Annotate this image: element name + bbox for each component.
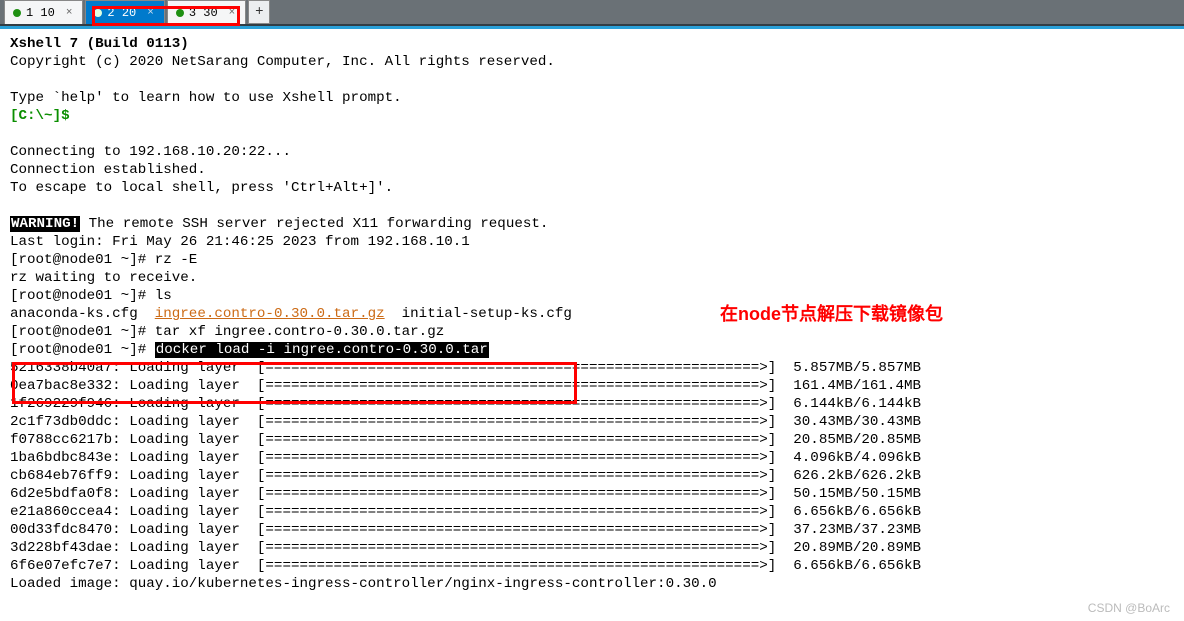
add-tab-button[interactable]: + [248,0,270,24]
tab-bar: 1 10 × 2 20 × 3 30 × + [0,0,1184,26]
status-dot-icon [94,9,102,17]
shell-prompt: [root@node01 ~]# [10,342,155,358]
cmd-ls: ls [155,288,172,304]
docker-layers-block: 5216338b40a7: Loading layer [===========… [10,359,1174,575]
session-tab-3[interactable]: 3 30 × [167,0,246,24]
status-dot-icon [176,9,184,17]
docker-layer-line: 5216338b40a7: Loading layer [===========… [10,359,1174,377]
docker-layer-line: 6f6e07efc7e7: Loading layer [===========… [10,557,1174,575]
docker-layer-line: 0ea7bac8e332: Loading layer [===========… [10,377,1174,395]
cmd-docker-load: docker load -i ingree.contro-0.30.0.tar [155,342,489,358]
last-login-line: Last login: Fri May 26 21:46:25 2023 fro… [10,234,470,250]
session-tab-2[interactable]: 2 20 × [85,0,164,24]
ls-output: anaconda-ks.cfg [10,306,155,322]
terminal-output[interactable]: Xshell 7 (Build 0113) Copyright (c) 2020… [0,29,1184,621]
copyright-line: Copyright (c) 2020 NetSarang Computer, I… [10,54,555,70]
watermark: CSDN @BoArc [1088,601,1170,615]
session-tab-1[interactable]: 1 10 × [4,0,83,24]
warning-label: WARNING! [10,216,80,232]
cmd-tar: tar xf ingree.contro-0.30.0.tar.gz [155,324,444,340]
close-icon[interactable]: × [66,7,73,19]
tab-label: 1 10 [26,6,55,20]
shell-prompt: [root@node01 ~]# [10,324,155,340]
docker-layer-line: 2c1f73db0ddc: Loading layer [===========… [10,413,1174,431]
docker-layer-line: f0788cc6217b: Loading layer [===========… [10,431,1174,449]
escape-line: To escape to local shell, press 'Ctrl+Al… [10,180,393,196]
annotation-text: 在node节点解压下载镜像包 [720,300,943,326]
docker-layer-line: e21a860ccea4: Loading layer [===========… [10,503,1174,521]
tab-label: 2 20 [107,6,136,20]
app-title: Xshell 7 (Build 0113) [10,36,189,52]
docker-layer-line: 1f269229f946: Loading layer [===========… [10,395,1174,413]
shell-prompt: [root@node01 ~]# [10,252,155,268]
close-icon[interactable]: × [147,7,154,19]
docker-layer-line: 00d33fdc8470: Loading layer [===========… [10,521,1174,539]
loaded-image-line: Loaded image: quay.io/kubernetes-ingress… [10,576,717,592]
established-line: Connection established. [10,162,206,178]
docker-layer-line: 6d2e5bdfa0f8: Loading layer [===========… [10,485,1174,503]
ls-output: initial-setup-ks.cfg [385,306,572,322]
cmd-rz: rz -E [155,252,198,268]
rz-wait-line: rz waiting to receive. [10,270,197,286]
shell-prompt: [root@node01 ~]# [10,288,155,304]
terminal-container: Xshell 7 (Build 0113) Copyright (c) 2020… [0,26,1184,621]
docker-layer-line: 1ba6bdbc843e: Loading layer [===========… [10,449,1174,467]
warning-rest: The remote SSH server rejected X11 forwa… [80,216,548,232]
close-icon[interactable]: × [229,7,236,19]
connecting-line: Connecting to 192.168.10.20:22... [10,144,291,160]
status-dot-icon [13,9,21,17]
docker-layer-line: cb684eb76ff9: Loading layer [===========… [10,467,1174,485]
help-line: Type `help' to learn how to use Xshell p… [10,90,402,106]
ls-archive-file: ingree.contro-0.30.0.tar.gz [155,306,385,322]
docker-layer-line: 3d228bf43dae: Loading layer [===========… [10,539,1174,557]
local-prompt: [C:\~]$ [10,108,70,124]
tab-label: 3 30 [189,6,218,20]
